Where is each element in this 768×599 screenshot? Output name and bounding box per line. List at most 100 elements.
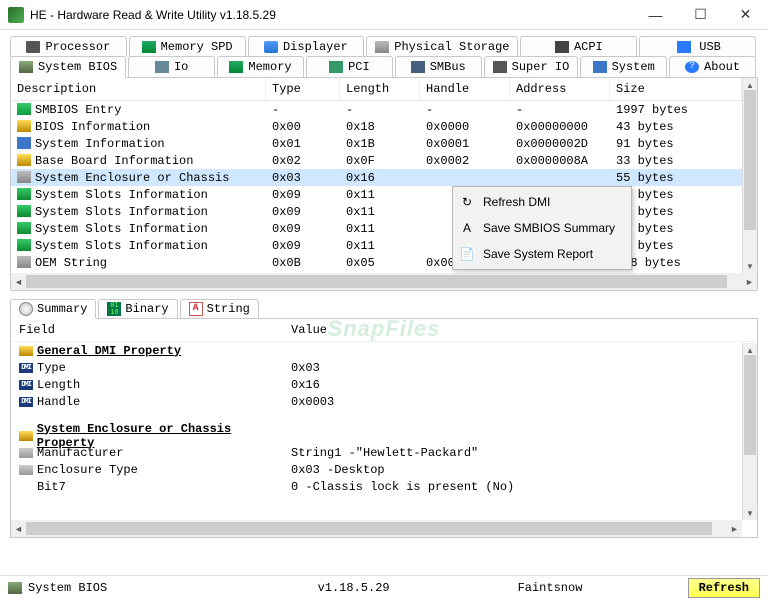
detail-panel: Field Value General DMI PropertyDMIType0… <box>10 318 758 538</box>
titlebar[interactable]: HE - Hardware Read & Write Utility v1.18… <box>0 0 768 30</box>
tab-physical-storage[interactable]: Physical Storage <box>366 36 518 57</box>
detail-row[interactable]: General DMI Property <box>11 342 742 359</box>
detail-row[interactable]: DMILength0x16 <box>11 376 742 393</box>
tab-processor[interactable]: Processor <box>10 36 127 57</box>
tab-pci[interactable]: PCI <box>306 56 393 77</box>
scroll-down-arrow[interactable]: ▼ <box>743 259 757 273</box>
usb-icon <box>677 41 691 53</box>
tab-displayer[interactable]: Displayer <box>248 36 365 57</box>
row-icon <box>17 205 31 217</box>
table-row[interactable]: System Configuration Options0x0C0x050x00… <box>11 271 757 273</box>
scroll-thumb[interactable] <box>744 90 756 230</box>
detail-icon <box>19 448 33 458</box>
detail-tabs: Summary01 10BinaryAString <box>10 299 758 318</box>
dmi-icon: DMI <box>19 363 33 373</box>
detail-row[interactable]: DMIHandle0x0003 <box>11 393 742 410</box>
context-menu[interactable]: ↻Refresh DMIASave SMBIOS Summary📄Save Sy… <box>452 186 632 270</box>
table-row[interactable]: BIOS Information0x000x180x00000x00000000… <box>11 118 757 135</box>
tab-about[interactable]: ?About <box>669 56 756 77</box>
hscroll-thumb[interactable] <box>26 522 712 535</box>
tab-system-bios[interactable]: System BIOS <box>10 56 126 78</box>
scroll-left-arrow[interactable]: ◄ <box>11 524 26 534</box>
listview-header[interactable]: Description Type Length Handle Address S… <box>11 78 757 101</box>
secondary-tabs: System BIOSIoMemoryPCISMBusSuper IOSyste… <box>10 56 758 77</box>
table-row[interactable]: System Slots Information0x090x1124 bytes <box>11 237 757 254</box>
menu-save-system-report[interactable]: 📄Save System Report <box>455 241 629 267</box>
mems-icon <box>229 61 243 73</box>
stor-icon <box>375 41 389 53</box>
app-icon <box>8 7 24 23</box>
horizontal-scrollbar[interactable]: ◄ ► <box>11 273 757 290</box>
tab-memory-spd[interactable]: Memory SPD <box>129 36 246 57</box>
status-label: System BIOS <box>28 581 318 595</box>
detail-row[interactable]: System Enclosure or Chassis Property <box>11 427 742 444</box>
tab-acpi[interactable]: ACPI <box>520 36 637 57</box>
disp-icon <box>264 41 278 53</box>
dmi-listview[interactable]: Description Type Length Handle Address S… <box>11 78 757 290</box>
str-icon: A <box>189 302 203 316</box>
detail-row[interactable]: Enclosure Type0x03 -Desktop <box>11 461 742 478</box>
row-icon <box>17 137 31 149</box>
scroll-down-arrow[interactable]: ▼ <box>743 506 757 520</box>
detail-col-field[interactable]: Field <box>11 323 291 337</box>
row-icon <box>17 120 31 132</box>
detail-vscroll[interactable]: ▲ ▼ <box>742 343 757 520</box>
col-handle[interactable]: Handle <box>420 78 510 100</box>
detail-row[interactable]: DMIType0x03 <box>11 359 742 376</box>
row-icon <box>17 256 31 268</box>
table-row[interactable]: System Enclosure or Chassis0x030x1655 by… <box>11 169 757 186</box>
pci-icon <box>329 61 343 73</box>
menu-refresh-dmi[interactable]: ↻Refresh DMI <box>455 189 629 215</box>
vertical-scrollbar[interactable]: ▲ ▼ <box>742 78 757 273</box>
menu-save-smbios-summary[interactable]: ASave SMBIOS Summary <box>455 215 629 241</box>
col-description[interactable]: Description <box>11 78 266 100</box>
table-row[interactable]: OEM String0x0B0x050x00080x0000014F168 by… <box>11 254 757 271</box>
dmi-icon: DMI <box>19 397 33 407</box>
detail-col-value[interactable]: Value <box>291 323 757 337</box>
refresh-button[interactable]: Refresh <box>688 578 760 598</box>
detail-hscroll[interactable]: ◄ ► <box>11 520 742 537</box>
menu-icon: 📄 <box>459 246 475 262</box>
scroll-right-arrow[interactable]: ► <box>727 524 742 534</box>
row-icon <box>17 239 31 251</box>
tab-usb[interactable]: USB <box>639 36 756 57</box>
table-row[interactable]: Base Board Information0x020x0F0x00020x00… <box>11 152 757 169</box>
col-length[interactable]: Length <box>340 78 420 100</box>
table-row[interactable]: System Slots Information0x090x1125 bytes <box>11 186 757 203</box>
table-row[interactable]: System Information0x010x1B0x00010x000000… <box>11 135 757 152</box>
bios-icon <box>19 61 33 73</box>
io-icon <box>155 61 169 73</box>
mem-icon <box>142 41 156 53</box>
table-row[interactable]: SMBIOS Entry----1997 bytes <box>11 101 757 118</box>
tab-binary[interactable]: 01 10Binary <box>98 299 177 318</box>
scroll-thumb[interactable] <box>744 355 756 455</box>
table-row[interactable]: System Slots Information0x090x1124 bytes <box>11 203 757 220</box>
minimize-button[interactable]: — <box>633 0 678 30</box>
sum-icon <box>19 302 33 316</box>
maximize-button[interactable]: ☐ <box>678 0 723 30</box>
tab-smbus[interactable]: SMBus <box>395 56 482 77</box>
tab-super-io[interactable]: Super IO <box>484 56 579 77</box>
about-icon: ? <box>685 61 699 73</box>
scroll-right-arrow[interactable]: ► <box>742 277 757 287</box>
hscroll-thumb[interactable] <box>26 275 727 288</box>
acpi-icon <box>555 41 569 53</box>
status-version: v1.18.5.29 <box>318 581 518 595</box>
scroll-left-arrow[interactable]: ◄ <box>11 277 26 287</box>
col-size[interactable]: Size <box>610 78 742 100</box>
detail-row[interactable]: ManufacturerString1 -"Hewlett-Packard" <box>11 444 742 461</box>
menu-icon: ↻ <box>459 194 475 210</box>
detail-row[interactable]: Bit70 -Classis lock is present (No) <box>11 478 742 495</box>
tab-memory[interactable]: Memory <box>217 56 304 77</box>
detail-icon <box>19 465 33 475</box>
col-address[interactable]: Address <box>510 78 610 100</box>
tab-summary[interactable]: Summary <box>10 299 96 319</box>
tab-system[interactable]: System <box>580 56 667 77</box>
statusbar: System BIOS v1.18.5.29 Faintsnow Refresh <box>0 575 768 599</box>
table-row[interactable]: System Slots Information0x090x1124 bytes <box>11 220 757 237</box>
row-icon <box>17 103 31 115</box>
tab-string[interactable]: AString <box>180 299 259 318</box>
col-type[interactable]: Type <box>266 78 340 100</box>
close-button[interactable]: ✕ <box>723 0 768 30</box>
tab-io[interactable]: Io <box>128 56 215 77</box>
